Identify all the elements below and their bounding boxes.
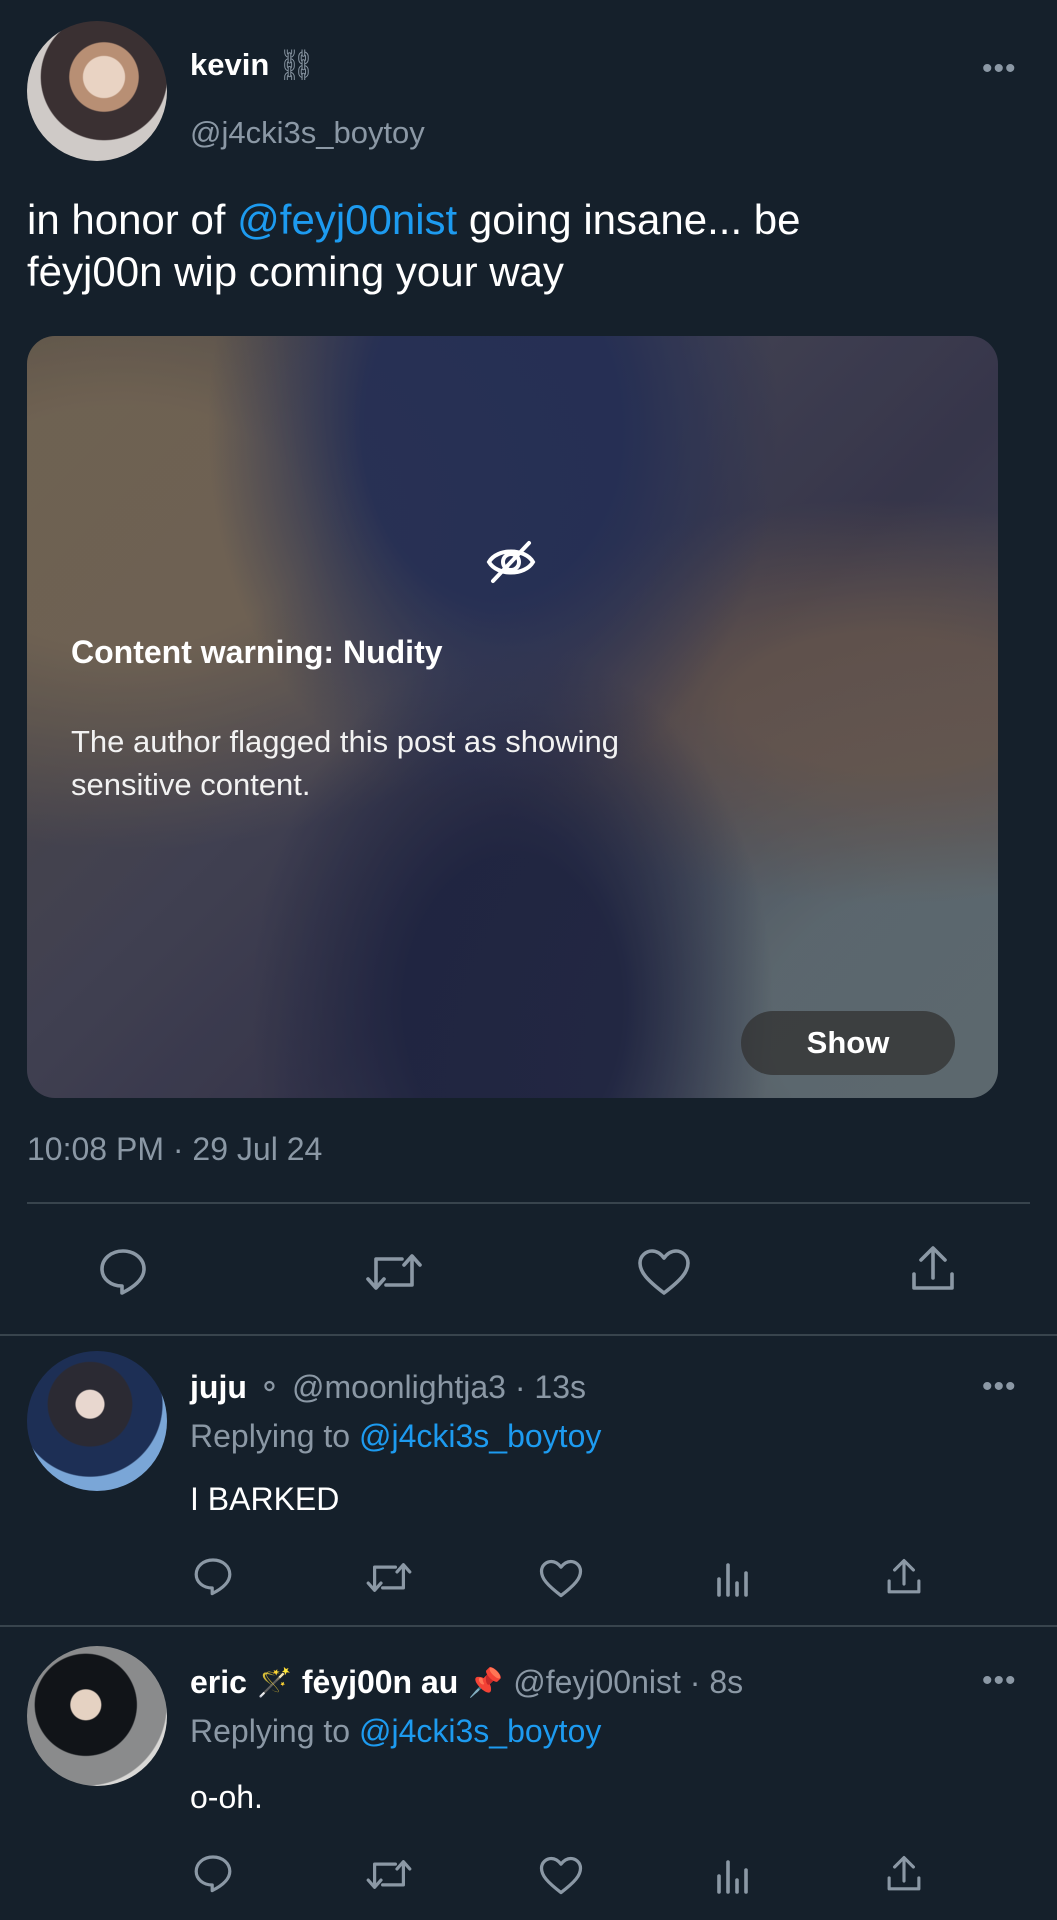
reply-divider [0,1625,1057,1627]
more-options-button[interactable]: ••• [982,52,1017,86]
content-warning-title: Content warning: Nudity [71,634,443,670]
reply-handle-time[interactable]: @moonlightja3 · 13s [292,1369,586,1406]
tweet-text-part1: in honor of [27,196,238,243]
media-content-warning[interactable]: Content warning: Nudity The author flagg… [27,336,998,1098]
retweet-icon[interactable] [365,1856,413,1893]
author-name-row[interactable]: kevin ⛓ [190,47,315,83]
retweet-icon[interactable] [364,1249,424,1295]
stats-divider [27,1202,1030,1204]
reply-display-name[interactable]: juju [190,1369,247,1406]
thread-divider [0,1334,1057,1336]
views-icon[interactable] [715,1561,751,1597]
replying-to: Replying to @j4cki3s_boytoy [190,1713,601,1750]
like-icon[interactable] [637,1248,691,1296]
like-icon[interactable] [539,1856,583,1895]
reply-display-name-part2[interactable]: fėyj00n au [302,1664,459,1701]
reply-more-options-button[interactable]: ••• [982,1664,1017,1698]
retweet-icon[interactable] [365,1559,413,1596]
tweet-text: in honor of @feyj00nist going insane... … [27,194,1027,298]
content-warning-body-line1: The author flagged this post as showing [71,724,620,759]
author-avatar[interactable] [27,21,167,161]
share-icon[interactable] [886,1557,922,1597]
replying-to-prefix: Replying to [190,1713,359,1749]
share-icon[interactable] [886,1854,922,1894]
tweet-text-line2: fėyj00n wip coming your way [27,248,564,295]
reply-text: I BARKED [190,1481,340,1517]
views-icon[interactable] [715,1858,751,1894]
tweet-text-part2: going insane... be [457,196,801,243]
reply-text: o-oh. [190,1779,263,1815]
mention-link[interactable]: @feyj00nist [237,196,457,243]
reply-avatar-eric[interactable] [27,1646,167,1786]
reply-icon[interactable] [193,1853,233,1893]
magic-wand-icon: 🪄 [256,1667,292,1698]
reply-header: juju ⚬ @moonlightja3 · 13s [190,1369,586,1406]
content-warning-body-line2: sensitive content. [71,767,311,802]
pushpin-icon: 📌 [468,1667,504,1698]
tweet-timestamp[interactable]: 10:08 PM · 29 Jul 24 [27,1131,322,1168]
content-warning-body: The author flagged this post as showing … [71,720,619,806]
share-icon[interactable] [910,1244,956,1294]
replying-to-handle[interactable]: @j4cki3s_boytoy [359,1418,601,1454]
like-icon[interactable] [539,1559,583,1598]
eye-slash-icon [485,539,537,585]
replying-to: Replying to @j4cki3s_boytoy [190,1418,601,1455]
author-handle[interactable]: @j4cki3s_boytoy [190,115,425,151]
replying-to-handle[interactable]: @j4cki3s_boytoy [359,1713,601,1749]
chain-emoji-icon: ⛓ [277,48,316,82]
reply-avatar-juju[interactable] [27,1351,167,1491]
reply-display-name[interactable]: eric [190,1664,247,1701]
reply-icon[interactable] [98,1246,148,1296]
author-display-name: kevin [190,47,270,82]
replying-to-prefix: Replying to [190,1418,359,1454]
ring-emoji-icon: ⚬ [256,1371,283,1404]
show-button[interactable]: Show [741,1011,955,1075]
media-blur-overlay [27,336,998,1098]
reply-more-options-button[interactable]: ••• [982,1370,1017,1404]
reply-icon[interactable] [193,1556,233,1596]
reply-handle-time[interactable]: @feyj00nist · 8s [513,1664,743,1701]
reply-header: eric 🪄 fėyj00n au 📌 @feyj00nist · 8s [190,1664,743,1701]
